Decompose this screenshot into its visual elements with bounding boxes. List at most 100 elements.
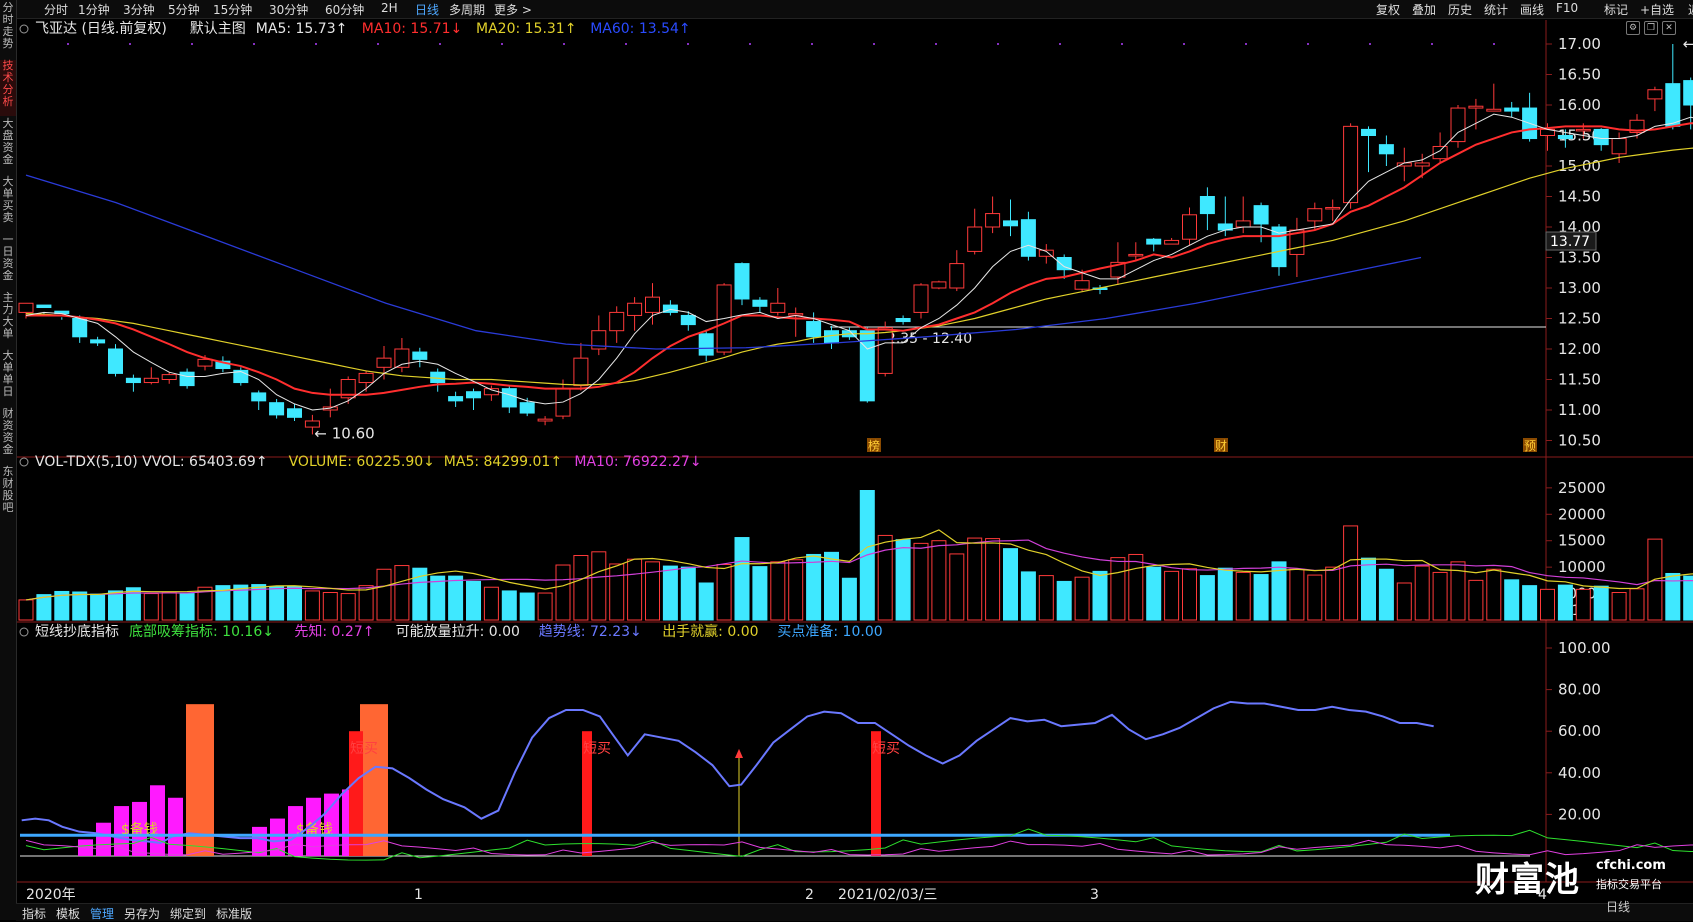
top-dot-22 bbox=[1431, 43, 1433, 45]
volume-bar-68 bbox=[1235, 571, 1251, 621]
bottom-item-3[interactable]: 另存为 bbox=[124, 905, 160, 922]
tool-tab-3[interactable]: 统计 bbox=[1484, 1, 1508, 18]
candle-body-75 bbox=[1361, 128, 1376, 136]
tool-tab-1[interactable]: 叠加 bbox=[1412, 1, 1436, 18]
sidebar-item-3[interactable]: 大单买卖 bbox=[0, 176, 16, 232]
period-tab-2[interactable]: 3分钟 bbox=[123, 1, 155, 18]
candle-body-51 bbox=[931, 281, 947, 289]
sidebar-item-5[interactable]: 主力大单 bbox=[0, 292, 16, 348]
top-dot-12 bbox=[811, 43, 813, 45]
volume-bar-35 bbox=[645, 561, 660, 621]
volume-bar-73 bbox=[1325, 566, 1341, 621]
tool-tab-5[interactable]: F10 bbox=[1556, 1, 1578, 15]
panel-restore-icon[interactable]: ❐ bbox=[1644, 21, 1658, 35]
sidebar-item-8[interactable]: 东财股吧 bbox=[0, 466, 16, 522]
period-tab-5[interactable]: 30分钟 bbox=[269, 1, 308, 18]
candle-body-25 bbox=[466, 391, 481, 399]
accumulation-bar-4 bbox=[150, 785, 165, 856]
candle-body-65 bbox=[1182, 214, 1197, 240]
legend-toggle-icon-0 bbox=[19, 24, 29, 34]
legend-0-0: 飞亚达 (日线.前复权) bbox=[35, 20, 167, 37]
volume-bar-43 bbox=[788, 559, 804, 621]
volume-bar-87 bbox=[1575, 588, 1591, 621]
vol-label-3: 10000 bbox=[1558, 558, 1606, 576]
period-tab-1[interactable]: 1分钟 bbox=[78, 1, 110, 18]
legend-2-5: 出手就赢: 0.00 bbox=[662, 623, 758, 640]
stock-chart[interactable]: 飞亚达 (日线.前复权) 默认主图 MA5: 15.73↑ MA10: 15.71↓ M… bbox=[0, 0, 1693, 920]
top-dot-18 bbox=[1183, 43, 1185, 45]
period-tab-10[interactable]: 更多 > bbox=[494, 1, 532, 18]
volume-bar-53 bbox=[967, 537, 983, 621]
bottom-item-2[interactable]: 管理 bbox=[90, 905, 114, 922]
bottom-item-0[interactable]: 指标 bbox=[22, 905, 46, 922]
orange-block-1 bbox=[360, 704, 388, 856]
top-dot-16 bbox=[1059, 43, 1061, 45]
candle-body-9 bbox=[179, 371, 195, 387]
period-tab-6[interactable]: 60分钟 bbox=[325, 1, 364, 18]
volume-bar-23 bbox=[430, 575, 446, 621]
event-marker-0: 榜 bbox=[868, 438, 880, 453]
period-tab-3[interactable]: 5分钟 bbox=[168, 1, 200, 18]
top-dot-9 bbox=[625, 43, 627, 45]
candle-body-82 bbox=[1486, 108, 1502, 112]
tool-tab-4[interactable]: 画线 bbox=[1520, 1, 1544, 18]
candle-body-66 bbox=[1199, 196, 1215, 215]
volume-bar-3 bbox=[72, 591, 88, 621]
period-tab-0[interactable]: 分时 bbox=[44, 1, 68, 18]
volume-bar-67 bbox=[1217, 567, 1233, 621]
candle-body-28 bbox=[519, 402, 535, 414]
bottom-item-5[interactable]: 标准版 bbox=[216, 905, 252, 922]
legend-2-1: 底部吸筹指标: 10.16↓ bbox=[129, 623, 274, 640]
candle-body-19 bbox=[358, 372, 374, 384]
volume-bar-7 bbox=[143, 593, 159, 621]
tool-tab-6[interactable]: 标记 bbox=[1604, 1, 1628, 18]
candle-body-38 bbox=[698, 333, 714, 356]
bottom-item-1[interactable]: 模板 bbox=[56, 905, 80, 922]
sidebar-item-2[interactable]: 大盘资金 bbox=[0, 118, 16, 174]
sidebar-item-7[interactable]: 财资资金 bbox=[0, 408, 16, 464]
volume-bar-37 bbox=[680, 566, 696, 621]
sidebar-item-1[interactable]: 技术分析 bbox=[0, 60, 16, 116]
ind-label-2: 60.00 bbox=[1558, 722, 1601, 740]
period-tab-4[interactable]: 15分钟 bbox=[213, 1, 252, 18]
candle-body-29 bbox=[537, 418, 553, 422]
candle-body-59 bbox=[1074, 280, 1090, 290]
candle-body-49 bbox=[895, 318, 911, 323]
candle-body-93 bbox=[1683, 80, 1693, 106]
tool-tab-8[interactable]: 返回 bbox=[1688, 1, 1693, 18]
event-marker-2: 预 bbox=[1524, 439, 1536, 453]
tool-tab-2[interactable]: 历史 bbox=[1448, 1, 1472, 18]
high-label: ← 17.00 bbox=[1683, 35, 1693, 53]
price-label-7: 13.50 bbox=[1558, 249, 1601, 267]
left-sidebar: 分时走势技术分析大盘资金大单买卖一日资金主力大单大单单日财资资金东财股吧 bbox=[0, 0, 17, 920]
sidebar-item-0[interactable]: 分时走势 bbox=[0, 2, 16, 58]
period-tab-8[interactable]: 日线 bbox=[415, 1, 439, 18]
legend-1-3: MA10: 76922.27↓ bbox=[574, 454, 701, 470]
x-label-1: 1 bbox=[414, 887, 423, 903]
volume-bar-20 bbox=[376, 568, 392, 621]
candle-body-74 bbox=[1343, 125, 1359, 204]
top-dot-0 bbox=[67, 43, 69, 45]
period-indicator: 日线 bbox=[1606, 900, 1631, 914]
tool-tab-0[interactable]: 复权 bbox=[1376, 1, 1400, 18]
bottom-item-4[interactable]: 绑定到 bbox=[170, 905, 206, 922]
period-tab-9[interactable]: 多周期 bbox=[449, 1, 485, 18]
ind-label-0: 100.00 bbox=[1558, 639, 1611, 657]
sidebar-item-4[interactable]: 一日资金 bbox=[0, 234, 16, 290]
volume-bar-38 bbox=[698, 582, 714, 621]
panel-close-icon[interactable]: ✕ bbox=[1662, 21, 1676, 35]
volume-bar-62 bbox=[1128, 553, 1144, 621]
top-dot-19 bbox=[1245, 43, 1247, 45]
period-tab-7[interactable]: 2H bbox=[381, 1, 398, 15]
candle-body-52 bbox=[949, 263, 965, 289]
candle-body-3 bbox=[72, 318, 88, 338]
candle-body-13 bbox=[251, 392, 267, 402]
volume-bar-8 bbox=[161, 591, 177, 621]
candle-body-69 bbox=[1253, 205, 1269, 225]
candle-body-1 bbox=[36, 304, 52, 309]
tool-tab-7[interactable]: +自选 bbox=[1640, 1, 1674, 18]
panel-gear-icon[interactable]: ⚙ bbox=[1626, 21, 1640, 35]
price-label-13: 10.50 bbox=[1558, 432, 1601, 450]
top-toolbar: 分时 1分钟 3分钟 5分钟 15分钟 30分钟 60分钟 2H 日线 多周期 更多 > 复权 叠加 历史… bbox=[0, 0, 1693, 19]
sidebar-item-6[interactable]: 大单单日 bbox=[0, 350, 16, 406]
